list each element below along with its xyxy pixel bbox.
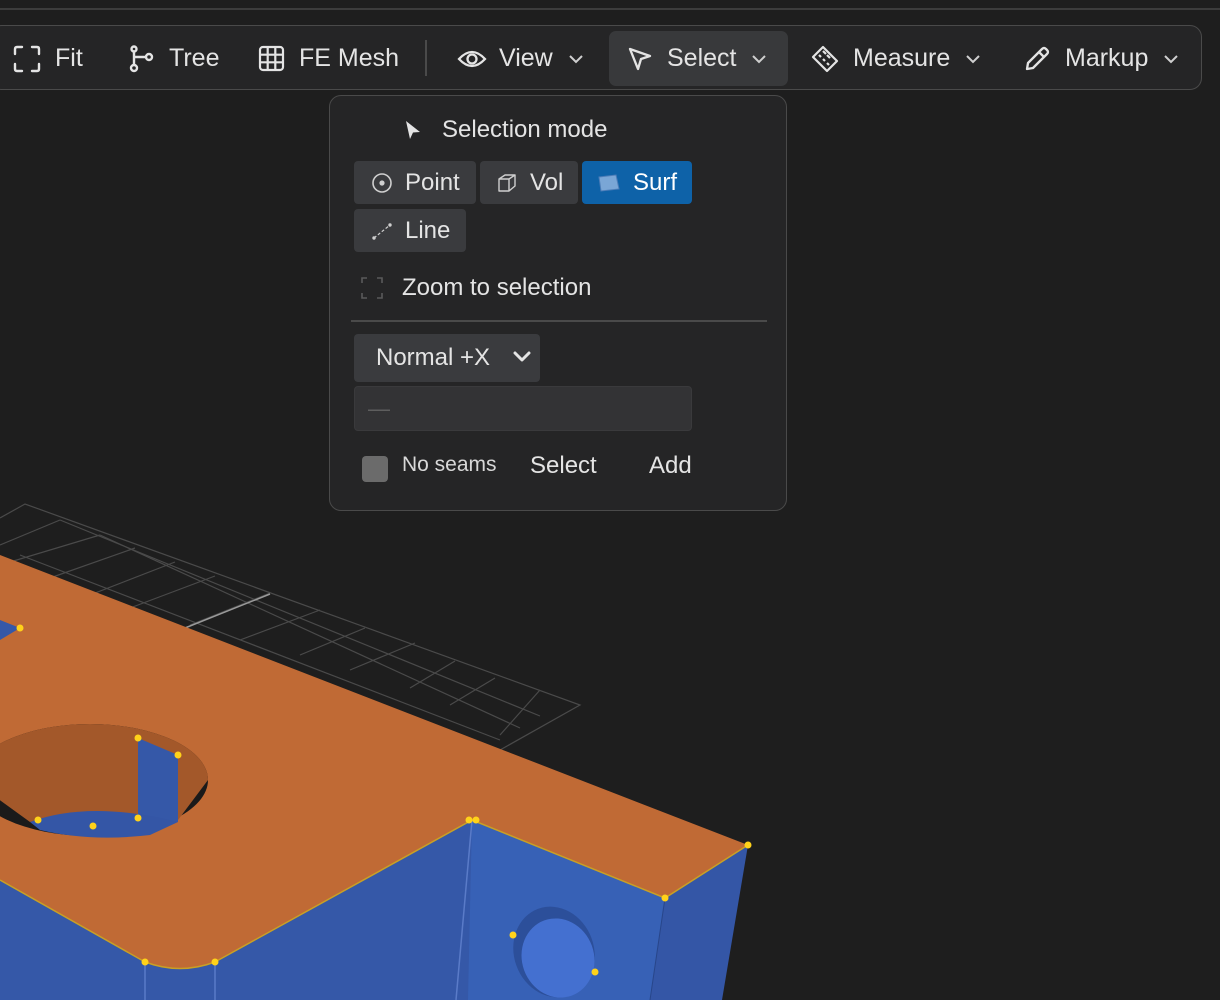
view-button[interactable]: View <box>457 31 583 86</box>
toolbar-separator <box>425 40 427 76</box>
zoom-to-selection-button[interactable]: Zoom to selection <box>360 268 591 308</box>
menu-divider <box>351 320 767 322</box>
mode-volume-button[interactable]: Vol <box>480 161 578 204</box>
view-label: View <box>499 44 553 72</box>
point-icon <box>371 172 393 194</box>
main-toolbar: Fit Tree FE Mesh View Select Measure Mar… <box>0 25 1202 90</box>
chevron-down-icon <box>569 54 583 64</box>
no-seams-checkbox[interactable] <box>362 456 388 482</box>
select-action-button[interactable]: Select <box>530 452 597 480</box>
chevron-down-icon <box>966 54 980 64</box>
add-action-button[interactable]: Add <box>649 452 692 480</box>
fe-mesh-button[interactable]: FE Mesh <box>258 31 399 86</box>
grid-highlight-line <box>184 593 271 629</box>
zoom-frame-icon <box>360 276 384 300</box>
direction-select-value: Normal +X <box>376 344 491 371</box>
no-seams-label: No seams <box>402 453 497 476</box>
mode-point-label: Point <box>405 168 460 196</box>
part-model[interactable] <box>0 555 752 1000</box>
surface-icon <box>598 173 620 192</box>
cursor-arrow-icon <box>627 46 653 72</box>
ruler-icon <box>811 45 839 73</box>
eye-icon <box>457 47 487 71</box>
selection-mode-title: Selection mode <box>442 116 608 143</box>
measure-button[interactable]: Measure <box>811 31 980 86</box>
markup-button[interactable]: Markup <box>1023 31 1179 86</box>
mode-line-button[interactable]: Line <box>354 209 466 252</box>
tree-label: Tree <box>169 44 220 72</box>
tree-branch-icon <box>129 44 155 73</box>
pencil-icon <box>1023 45 1051 73</box>
selection-value-input[interactable] <box>354 386 692 431</box>
mode-surface-button[interactable]: Surf <box>582 161 692 204</box>
line-icon <box>371 220 393 242</box>
direction-select[interactable]: Normal +X <box>354 334 540 382</box>
mode-volume-label: Vol <box>530 168 564 196</box>
mode-line-label: Line <box>405 216 451 244</box>
select-dropdown-menu: Selection mode Point Vol Surf Line Zoom … <box>329 95 787 511</box>
markup-label: Markup <box>1065 44 1149 72</box>
zoom-to-selection-label: Zoom to selection <box>402 274 592 301</box>
fit-label: Fit <box>55 44 83 72</box>
cursor-pointer-icon <box>402 119 424 141</box>
select-label: Select <box>667 44 737 72</box>
selection-mode-heading: Selection mode <box>402 110 607 150</box>
chevron-down-icon <box>1164 54 1179 64</box>
fit-button[interactable]: Fit <box>13 31 83 86</box>
measure-label: Measure <box>853 44 951 72</box>
fit-icon <box>13 45 41 73</box>
mode-point-button[interactable]: Point <box>354 161 476 204</box>
select-button[interactable]: Select <box>609 31 788 86</box>
chevron-down-icon <box>752 54 767 64</box>
grid-icon <box>258 45 285 72</box>
tree-button[interactable]: Tree <box>129 31 219 86</box>
mode-surface-label: Surf <box>633 168 678 196</box>
fe-mesh-label: FE Mesh <box>299 44 400 72</box>
cube-icon <box>496 172 518 194</box>
